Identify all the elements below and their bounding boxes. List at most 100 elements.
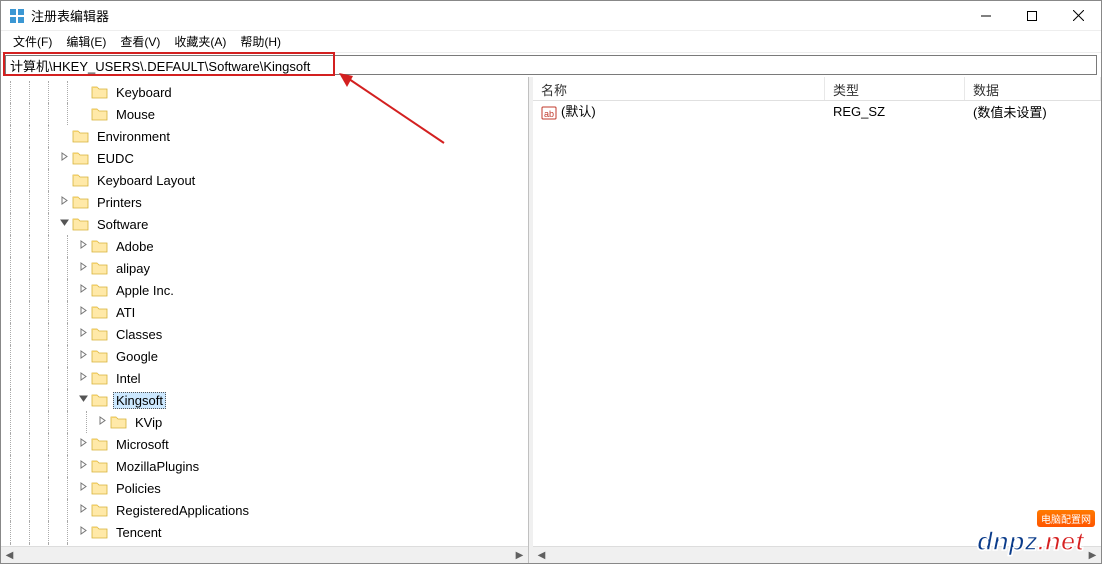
folder-icon: [91, 436, 109, 452]
tree-item[interactable]: Environment: [1, 125, 528, 147]
folder-icon: [91, 370, 109, 386]
tree-item[interactable]: Keyboard: [1, 81, 528, 103]
tree-item[interactable]: ATI: [1, 301, 528, 323]
tree-label[interactable]: Keyboard: [113, 84, 175, 101]
tree-item[interactable]: Tencent: [1, 521, 528, 543]
tree-item[interactable]: Adobe: [1, 235, 528, 257]
tree-item[interactable]: Policies: [1, 477, 528, 499]
tree-toggle-icon[interactable]: [77, 306, 91, 318]
tree-toggle-icon[interactable]: [77, 482, 91, 494]
tree-item[interactable]: Printers: [1, 191, 528, 213]
tree-item[interactable]: Software: [1, 213, 528, 235]
menu-edit[interactable]: 编辑(E): [62, 31, 116, 52]
cell-data: (数值未设置): [965, 102, 1101, 121]
tree-toggle-icon[interactable]: [77, 240, 91, 252]
scroll-left-icon[interactable]: ◀: [1, 547, 18, 564]
tree-label[interactable]: alipay: [113, 260, 153, 277]
maximize-button[interactable]: [1009, 1, 1055, 31]
tree-toggle-icon[interactable]: [77, 526, 91, 538]
list-header: 名称 类型 数据: [533, 77, 1101, 101]
tree-toggle-icon[interactable]: [77, 372, 91, 384]
tree-item[interactable]: Intel: [1, 367, 528, 389]
minimize-button[interactable]: [963, 1, 1009, 31]
tree-label[interactable]: Adobe: [113, 238, 157, 255]
tree-label[interactable]: Microsoft: [113, 436, 172, 453]
folder-icon: [91, 238, 109, 254]
tree-toggle-icon[interactable]: [77, 328, 91, 340]
folder-icon: [91, 106, 109, 122]
tree-item[interactable]: Keyboard Layout: [1, 169, 528, 191]
menu-file[interactable]: 文件(F): [9, 31, 62, 52]
tree-item[interactable]: MozillaPlugins: [1, 455, 528, 477]
tree-item[interactable]: Kingsoft: [1, 389, 528, 411]
tree-label[interactable]: ATI: [113, 304, 138, 321]
tree-label[interactable]: Environment: [94, 128, 173, 145]
menu-view[interactable]: 查看(V): [116, 31, 170, 52]
folder-icon: [91, 502, 109, 518]
address-input[interactable]: [5, 55, 1097, 75]
tree-item[interactable]: KVip: [1, 411, 528, 433]
string-value-icon: ab: [541, 105, 557, 121]
tree-item[interactable]: Apple Inc.: [1, 279, 528, 301]
tree-item[interactable]: RegisteredApplications: [1, 499, 528, 521]
tree-toggle-icon[interactable]: [96, 416, 110, 428]
tree-toggle-icon[interactable]: [77, 438, 91, 450]
folder-icon: [91, 348, 109, 364]
tree-label[interactable]: EUDC: [94, 150, 137, 167]
tree-label[interactable]: Mouse: [113, 106, 158, 123]
tree-toggle-icon[interactable]: [77, 394, 91, 406]
tree-hscrollbar[interactable]: ◀ ▶: [1, 546, 528, 563]
svg-text:ab: ab: [544, 109, 554, 119]
tree-container[interactable]: Keyboard Mouse Environment EUDC Keyboard Lay…: [1, 81, 528, 546]
tree-label[interactable]: KVip: [132, 414, 165, 431]
scroll-left-icon[interactable]: ◀: [533, 547, 550, 564]
content-panes: Keyboard Mouse Environment EUDC Keyboard Lay…: [1, 77, 1101, 563]
tree-label[interactable]: Classes: [113, 326, 165, 343]
folder-icon: [91, 524, 109, 540]
tree-label[interactable]: Keyboard Layout: [94, 172, 198, 189]
folder-icon: [72, 194, 90, 210]
tree-item[interactable]: EUDC: [1, 147, 528, 169]
tree-item[interactable]: Google: [1, 345, 528, 367]
tree-label[interactable]: Google: [113, 348, 161, 365]
scroll-right-icon[interactable]: ▶: [511, 547, 528, 564]
col-header-data[interactable]: 数据: [965, 77, 1101, 100]
tree-label[interactable]: Waves Audio: [113, 546, 194, 547]
tree-label[interactable]: Tencent: [113, 524, 165, 541]
tree-toggle-icon[interactable]: [58, 218, 72, 230]
tree-label[interactable]: MozillaPlugins: [113, 458, 202, 475]
watermark: 电脑配置网 dnpz.net: [977, 510, 1095, 557]
tree-toggle-icon[interactable]: [77, 262, 91, 274]
tree-label[interactable]: Policies: [113, 480, 164, 497]
close-button[interactable]: [1055, 1, 1101, 31]
menu-favorites[interactable]: 收藏夹(A): [170, 31, 236, 52]
tree-item[interactable]: Microsoft: [1, 433, 528, 455]
menu-help[interactable]: 帮助(H): [236, 31, 291, 52]
window-title: 注册表编辑器: [31, 6, 963, 25]
tree-toggle-icon[interactable]: [77, 350, 91, 362]
tree-toggle-icon[interactable]: [58, 152, 72, 164]
tree-item[interactable]: Mouse: [1, 103, 528, 125]
tree-label[interactable]: Apple Inc.: [113, 282, 177, 299]
folder-icon: [91, 480, 109, 496]
tree-label[interactable]: Intel: [113, 370, 144, 387]
tree-toggle-icon[interactable]: [77, 284, 91, 296]
col-header-name[interactable]: 名称: [533, 77, 825, 100]
folder-icon: [72, 150, 90, 166]
folder-icon: [91, 282, 109, 298]
list-body[interactable]: ab(默认)REG_SZ(数值未设置): [533, 101, 1101, 546]
tree-label[interactable]: Kingsoft: [113, 392, 166, 409]
folder-icon: [72, 172, 90, 188]
tree-label[interactable]: RegisteredApplications: [113, 502, 252, 519]
list-row[interactable]: ab(默认)REG_SZ(数值未设置): [533, 101, 1101, 121]
tree-label[interactable]: Printers: [94, 194, 145, 211]
tree-item[interactable]: alipay: [1, 257, 528, 279]
tree-item[interactable]: Classes: [1, 323, 528, 345]
col-header-type[interactable]: 类型: [825, 77, 965, 100]
tree-toggle-icon[interactable]: [77, 504, 91, 516]
folder-icon: [91, 260, 109, 276]
tree-toggle-icon[interactable]: [58, 196, 72, 208]
menubar: 文件(F) 编辑(E) 查看(V) 收藏夹(A) 帮助(H): [1, 31, 1101, 53]
tree-toggle-icon[interactable]: [77, 460, 91, 472]
tree-label[interactable]: Software: [94, 216, 151, 233]
